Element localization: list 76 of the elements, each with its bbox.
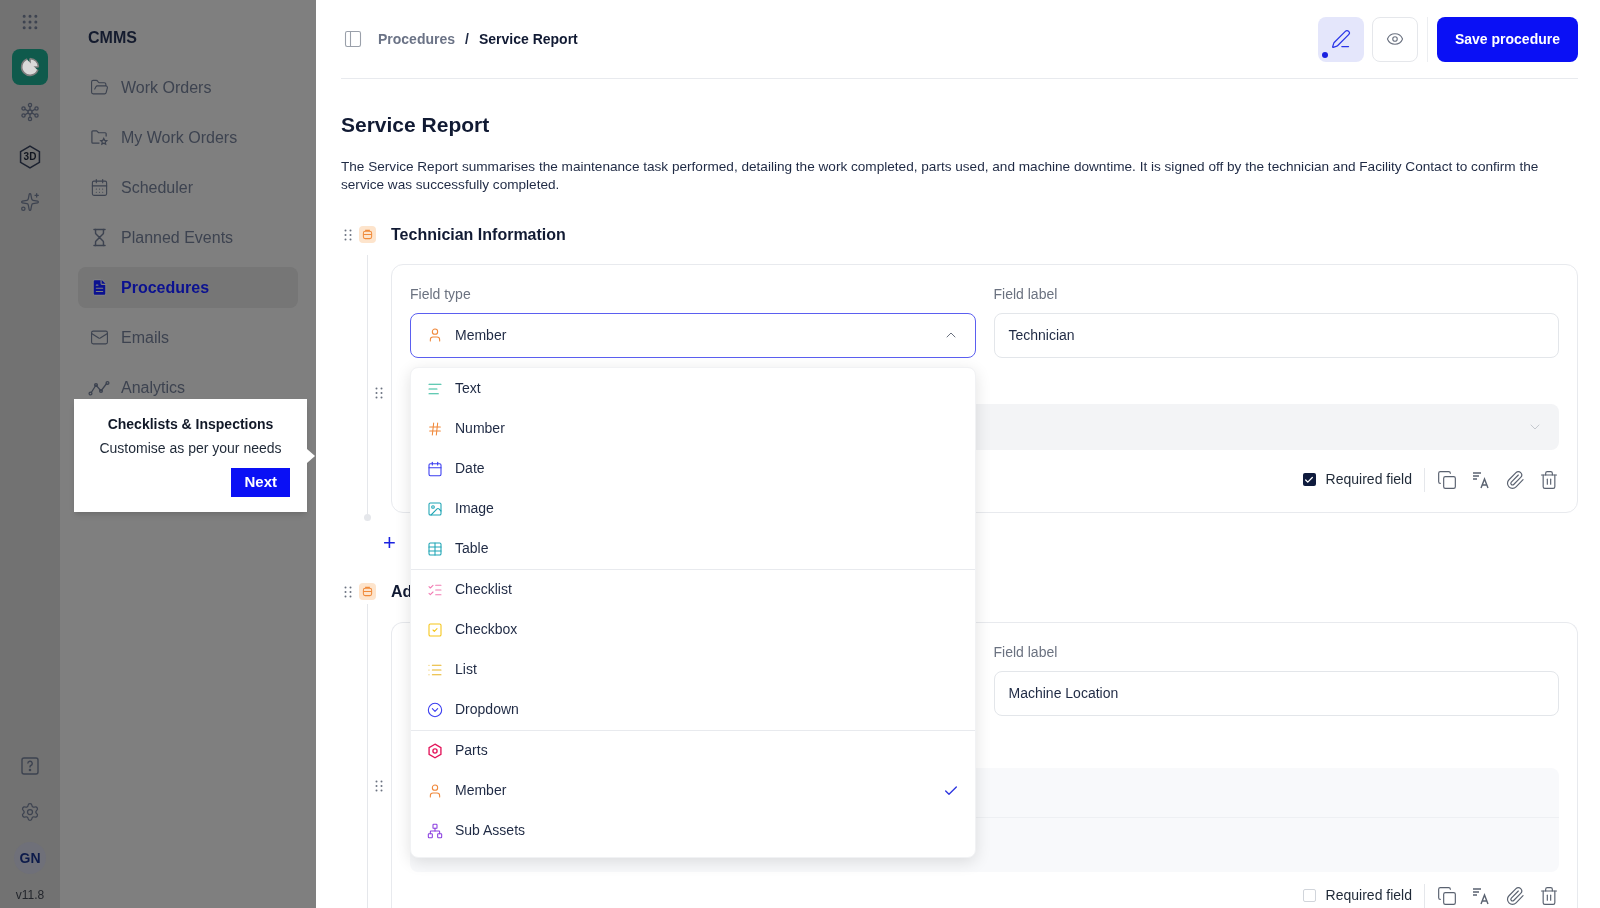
page-title: Service Report <box>341 112 491 138</box>
drag-handle-icon[interactable] <box>344 228 352 241</box>
drag-handle-icon[interactable] <box>375 779 383 792</box>
field-type-caption: Field type <box>410 284 472 304</box>
menu-option[interactable]: List <box>411 649 975 690</box>
sparkles-icon <box>20 192 40 212</box>
field-label-input[interactable]: Technician <box>993 312 1559 358</box>
network-nodes-icon <box>20 102 40 122</box>
field-label-caption: Field label <box>993 284 1059 304</box>
hash-icon <box>427 420 443 437</box>
person-icon <box>427 327 443 343</box>
folder-star-icon <box>89 128 109 147</box>
required-checkbox[interactable] <box>1302 473 1316 486</box>
pie-chart-icon <box>20 57 40 77</box>
edit-mode-button[interactable] <box>1317 16 1364 62</box>
menu-option[interactable]: Number <box>411 408 975 449</box>
required-field-label: Required field <box>1325 470 1412 489</box>
required-field-label: Required field <box>1325 886 1412 905</box>
hexagon-nut-icon <box>427 741 443 760</box>
table-icon <box>427 540 443 557</box>
page-description: The Service Report summarises the maintenance task performed, detailing the work completed, parts used, and machine downtime. It is signed off by the technician and Facility Contact to confirm the service was successfully completed. <box>341 157 1540 194</box>
drag-handle-icon[interactable] <box>344 585 352 598</box>
hierarchy-icon <box>427 822 443 839</box>
duplicate-icon[interactable] <box>1437 469 1457 490</box>
breadcrumb-link[interactable]: Procedures <box>378 28 456 50</box>
calendar-icon <box>89 178 109 197</box>
pen-icon <box>1330 29 1351 49</box>
paperclip-icon[interactable] <box>1505 885 1525 906</box>
sidebar-title: CMMS <box>87 28 138 48</box>
chevron-circle-icon <box>427 701 443 718</box>
field-label-caption: Field label <box>993 642 1059 662</box>
section-icon <box>359 226 376 243</box>
mail-icon <box>89 328 109 347</box>
trash-icon[interactable] <box>1539 469 1559 490</box>
translate-icon[interactable] <box>1471 885 1491 906</box>
menu-option[interactable]: Table <box>411 528 975 569</box>
next-button[interactable]: Next <box>231 468 290 497</box>
menu-option[interactable]: Image <box>411 488 975 529</box>
tooltip-title: Checklists & Inspections <box>107 415 274 434</box>
field-label-input[interactable]: Machine Location <box>993 670 1559 716</box>
drag-handle-icon[interactable] <box>375 386 383 399</box>
required-checkbox[interactable] <box>1302 889 1316 902</box>
menu-option[interactable]: Parts <box>411 730 975 771</box>
checkbox-icon <box>427 621 443 638</box>
line-graph-icon <box>88 379 110 396</box>
calendar-icon <box>427 460 443 477</box>
folder-icon <box>89 78 109 97</box>
help-icon <box>20 756 40 776</box>
paperclip-icon[interactable] <box>1505 469 1525 490</box>
person-icon <box>427 782 443 799</box>
menu-option[interactable]: Checkbox <box>411 609 975 650</box>
save-procedure-button[interactable]: Save procedure <box>1436 16 1578 62</box>
eye-icon <box>1385 30 1404 48</box>
section-icon <box>359 583 376 600</box>
field-type-select[interactable]: Member <box>410 312 976 358</box>
image-icon <box>427 500 443 517</box>
menu-option[interactable]: Member <box>411 770 975 811</box>
preview-button[interactable] <box>1371 16 1418 62</box>
breadcrumb-current: Service Report <box>478 29 578 49</box>
menu-option[interactable]: Date <box>411 448 975 489</box>
menu-option[interactable]: Text <box>411 368 975 409</box>
trash-icon[interactable] <box>1539 885 1559 906</box>
breadcrumb-separator: / <box>465 29 469 49</box>
duplicate-icon[interactable] <box>1437 885 1457 906</box>
menu-option[interactable]: Checklist <box>411 569 975 610</box>
sidebar-toggle-icon[interactable] <box>343 29 363 49</box>
add-field-button[interactable]: + <box>383 531 396 554</box>
menu-option[interactable]: Sub Assets <box>411 810 975 851</box>
rail-button[interactable] <box>12 49 48 85</box>
section-title: Technician Information <box>391 224 566 245</box>
version-label: v11.8 <box>15 887 45 904</box>
tooltip-text: Customise as per your needs <box>99 439 282 458</box>
settings-icon <box>20 802 40 822</box>
apps-grid-icon <box>20 12 40 32</box>
translate-icon[interactable] <box>1471 469 1491 490</box>
menu-option[interactable]: Dropdown <box>411 689 975 730</box>
